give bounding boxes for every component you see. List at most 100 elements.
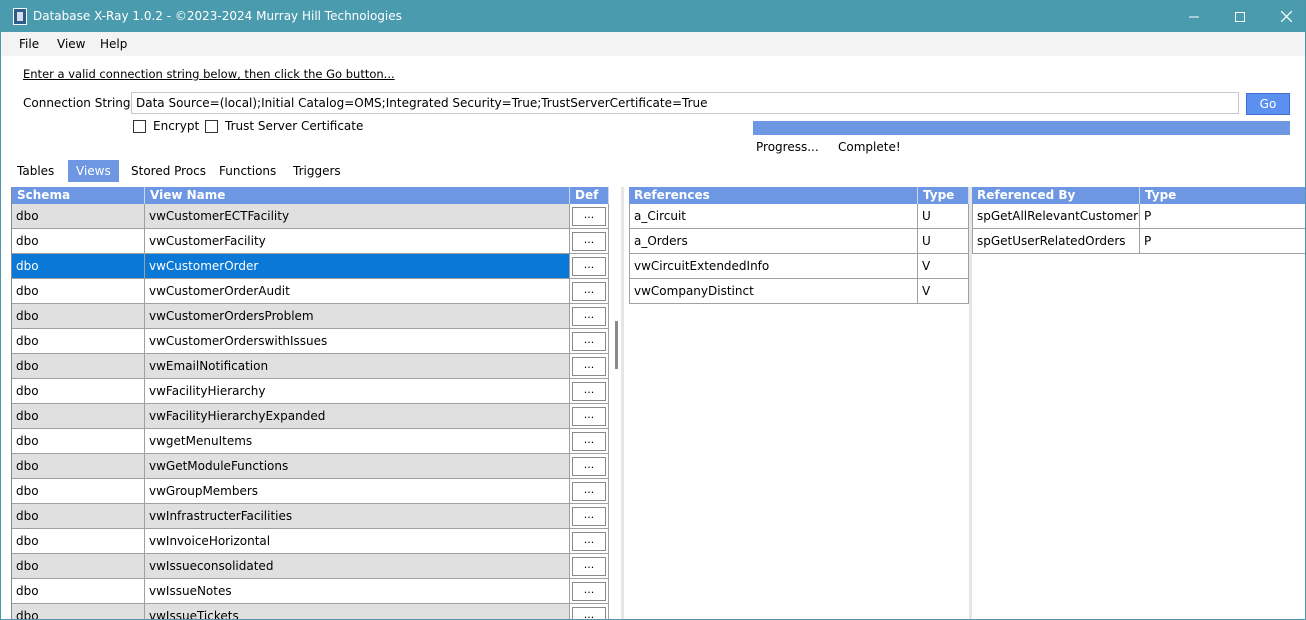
schema-cell: dbo <box>12 554 145 579</box>
view-name-cell: vwIssueconsolidated <box>145 554 570 579</box>
referenced-by-grid[interactable]: Referenced By Type spGetAllRelevantCusto… <box>972 187 1305 619</box>
column-header-def[interactable]: Def <box>570 187 609 204</box>
def-button[interactable]: ... <box>572 357 606 376</box>
def-button[interactable]: ... <box>572 307 606 326</box>
view-name-cell: vwFacilityHierarchyExpanded <box>145 404 570 429</box>
minimize-button[interactable] <box>1171 1 1217 32</box>
connection-instruction: Enter a valid connection string below, t… <box>23 67 395 81</box>
main-content: Enter a valid connection string below, t… <box>1 56 1305 619</box>
app-icon[interactable] <box>13 8 27 25</box>
schema-cell: dbo <box>12 254 145 279</box>
def-cell: ... <box>570 404 609 429</box>
reference-name-cell: a_Circuit <box>629 204 918 229</box>
def-cell: ... <box>570 379 609 404</box>
table-row[interactable]: dbo vwGetModuleFunctions... <box>12 454 609 479</box>
table-row[interactable]: dbo vwgetMenuItems... <box>12 429 609 454</box>
go-button[interactable]: Go <box>1246 93 1290 115</box>
def-button[interactable]: ... <box>572 507 606 526</box>
def-cell: ... <box>570 354 609 379</box>
table-row[interactable]: dbo vwIssueTickets... <box>12 604 609 619</box>
table-row[interactable]: dbo vwCustomerOrder... <box>12 254 609 279</box>
def-button[interactable]: ... <box>572 407 606 426</box>
def-button[interactable]: ... <box>572 607 606 619</box>
schema-cell: dbo <box>12 429 145 454</box>
def-cell: ... <box>570 604 609 619</box>
table-row[interactable]: a_Orders U <box>629 229 969 254</box>
def-button[interactable]: ... <box>572 232 606 251</box>
menu-bar: File View Help <box>1 32 1305 56</box>
def-cell: ... <box>570 579 609 604</box>
views-grid[interactable]: Schema View Name Def dbo vwCustomerECTFac… <box>11 187 609 619</box>
tab-tables[interactable]: Tables <box>9 160 62 182</box>
def-button[interactable]: ... <box>572 257 606 276</box>
schema-cell: dbo <box>12 404 145 429</box>
menu-view[interactable]: View <box>57 37 85 51</box>
view-name-cell: vwInfrastructerFacilities <box>145 504 570 529</box>
trust-checkbox-box[interactable] <box>205 119 218 133</box>
schema-cell: dbo <box>12 479 145 504</box>
splitter-left[interactable] <box>621 187 624 619</box>
encrypt-checkbox-box[interactable] <box>133 119 146 133</box>
def-button[interactable]: ... <box>572 282 606 301</box>
def-cell: ... <box>570 229 609 254</box>
def-button[interactable]: ... <box>572 432 606 451</box>
def-button[interactable]: ... <box>572 557 606 576</box>
table-row[interactable]: vwCircuitExtendedInfo V <box>629 254 969 279</box>
menu-help[interactable]: Help <box>100 37 127 51</box>
table-row[interactable]: vwCompanyDistinct V <box>629 279 969 304</box>
def-button[interactable]: ... <box>572 582 606 601</box>
tab-views[interactable]: Views <box>68 160 119 182</box>
progress-bar <box>753 121 1290 135</box>
def-button[interactable]: ... <box>572 482 606 501</box>
table-row[interactable]: dbo vwCustomerOrderswithIssues... <box>12 329 609 354</box>
title-bar[interactable]: Database X-Ray 1.0.2 - ©2023-2024 Murray… <box>1 1 1305 32</box>
def-button[interactable]: ... <box>572 382 606 401</box>
table-row[interactable]: dbo vwCustomerECTFacility... <box>12 204 609 229</box>
tab-triggers[interactable]: Triggers <box>285 160 349 182</box>
def-cell: ... <box>570 504 609 529</box>
view-name-cell: vwEmailNotification <box>145 354 570 379</box>
def-cell: ... <box>570 554 609 579</box>
table-row[interactable]: spGetUserRelatedOrders P <box>972 229 1305 254</box>
table-row[interactable]: dbo vwCustomerOrdersProblem... <box>12 304 609 329</box>
table-row[interactable]: dbo vwCustomerOrderAudit... <box>12 279 609 304</box>
tab-stored-procs[interactable]: Stored Procs <box>123 160 214 182</box>
view-name-cell: vwInvoiceHorizontal <box>145 529 570 554</box>
encrypt-checkbox[interactable]: Encrypt <box>133 119 199 133</box>
table-row[interactable]: dbo vwFacilityHierarchy... <box>12 379 609 404</box>
table-row[interactable]: a_Circuit U <box>629 204 969 229</box>
table-row[interactable]: spGetAllRelevantCustomerO...P <box>972 204 1305 229</box>
table-row[interactable]: dbo vwEmailNotification... <box>12 354 609 379</box>
tab-functions[interactable]: Functions <box>211 160 284 182</box>
table-row[interactable]: dbo vwGroupMembers... <box>12 479 609 504</box>
table-row[interactable]: dbo vwFacilityHierarchyExpanded... <box>12 404 609 429</box>
def-button[interactable]: ... <box>572 532 606 551</box>
reference-name-cell: a_Orders <box>629 229 918 254</box>
column-header-references[interactable]: References <box>629 187 918 204</box>
table-row[interactable]: dbo vwCustomerFacility... <box>12 229 609 254</box>
referenced-by-type-cell: P <box>1140 204 1305 229</box>
connection-string-input[interactable]: Data Source=(local);Initial Catalog=OMS;… <box>131 92 1239 114</box>
column-header-refby-type[interactable]: Type <box>1140 187 1305 204</box>
def-button[interactable]: ... <box>572 332 606 351</box>
table-row[interactable]: dbo vwInfrastructerFacilities... <box>12 504 609 529</box>
table-row[interactable]: dbo vwInvoiceHorizontal... <box>12 529 609 554</box>
referenced-by-type-cell: P <box>1140 229 1305 254</box>
references-grid[interactable]: References Type a_Circuit Ua_Orders UvwCir… <box>629 187 969 619</box>
maximize-button[interactable] <box>1217 1 1263 32</box>
def-button[interactable]: ... <box>572 457 606 476</box>
views-scrollbar-thumb[interactable] <box>615 321 618 369</box>
trust-server-certificate-checkbox[interactable]: Trust Server Certificate <box>205 119 363 133</box>
def-button[interactable]: ... <box>572 207 606 226</box>
close-button[interactable] <box>1263 1 1305 32</box>
column-header-schema[interactable]: Schema <box>12 187 145 204</box>
column-header-referenced-by[interactable]: Referenced By <box>972 187 1140 204</box>
column-header-view-name[interactable]: View Name <box>145 187 570 204</box>
table-row[interactable]: dbo vwIssueNotes... <box>12 579 609 604</box>
table-row[interactable]: dbo vwIssueconsolidated... <box>12 554 609 579</box>
menu-file[interactable]: File <box>19 37 39 51</box>
reference-type-cell: V <box>918 254 969 279</box>
column-header-ref-type[interactable]: Type <box>918 187 969 204</box>
def-cell: ... <box>570 529 609 554</box>
schema-cell: dbo <box>12 454 145 479</box>
